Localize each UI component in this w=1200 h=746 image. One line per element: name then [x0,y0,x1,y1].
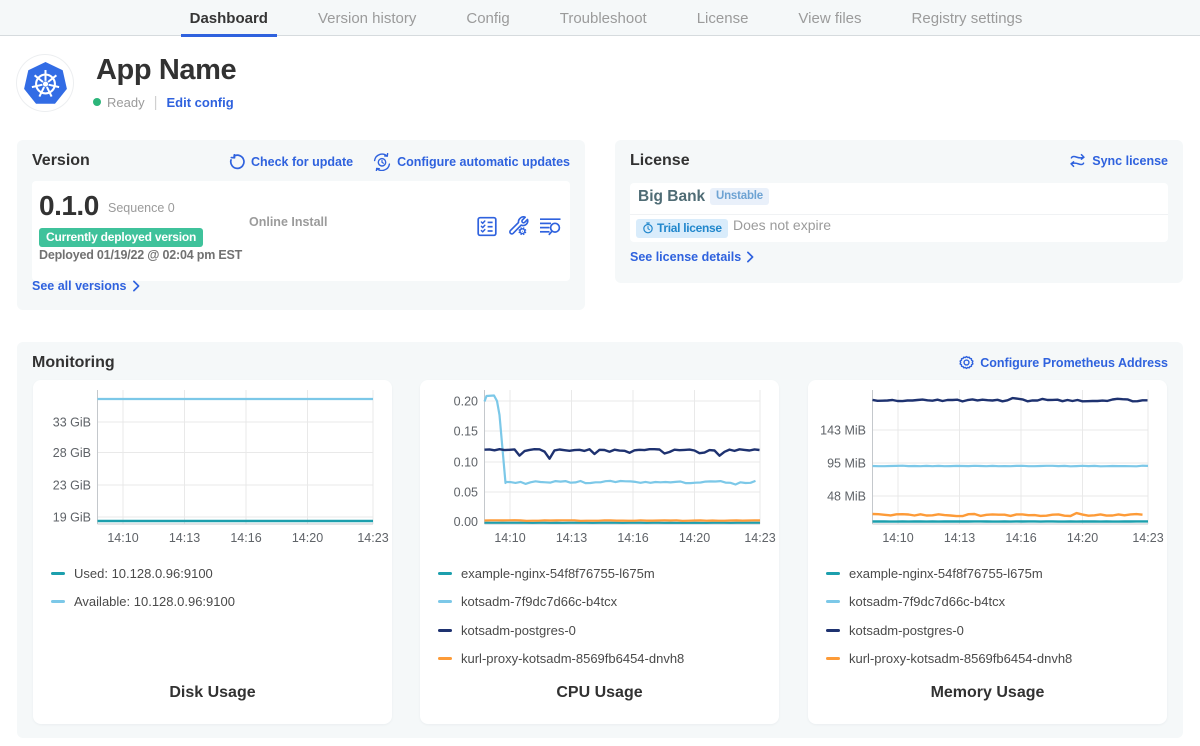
svg-text:14:10: 14:10 [107,531,138,545]
svg-text:14:13: 14:13 [556,531,587,545]
svg-text:14:13: 14:13 [169,531,200,545]
svg-text:14:23: 14:23 [1132,531,1163,545]
svg-text:0.15: 0.15 [454,425,478,439]
svg-text:0.05: 0.05 [454,486,478,500]
svg-text:23 GiB: 23 GiB [53,479,91,493]
svg-text:28 GiB: 28 GiB [53,446,91,460]
svg-text:14:10: 14:10 [494,531,525,545]
svg-text:14:20: 14:20 [679,531,710,545]
svg-text:0.20: 0.20 [454,395,478,409]
svg-text:19 GiB: 19 GiB [53,511,91,525]
svg-text:48 MiB: 48 MiB [827,490,866,504]
svg-text:14:23: 14:23 [744,531,775,545]
svg-text:0.10: 0.10 [454,456,478,470]
svg-text:14:13: 14:13 [944,531,975,545]
svg-text:14:23: 14:23 [357,531,388,545]
svg-text:14:16: 14:16 [230,531,261,545]
svg-text:14:16: 14:16 [1005,531,1036,545]
svg-text:14:20: 14:20 [292,531,323,545]
svg-text:14:20: 14:20 [1067,531,1098,545]
svg-text:14:16: 14:16 [617,531,648,545]
svg-text:14:10: 14:10 [882,531,913,545]
svg-text:0.00: 0.00 [454,515,478,529]
svg-text:95 MiB: 95 MiB [827,457,866,471]
svg-text:33 GiB: 33 GiB [53,416,91,430]
svg-text:143 MiB: 143 MiB [820,424,866,438]
